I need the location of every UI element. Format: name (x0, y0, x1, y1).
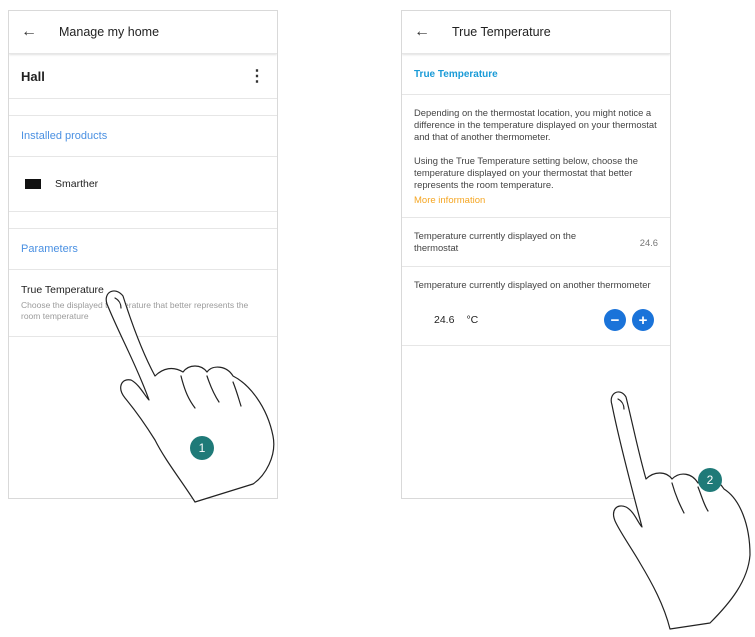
room-header: Hall ⋮ (9, 54, 277, 99)
kebab-menu-icon[interactable]: ⋮ (249, 66, 265, 86)
other-thermometer-block: Temperature currently displayed on anoth… (402, 267, 670, 346)
thermostat-device-icon (25, 179, 41, 189)
top-bar: ← True Temperature (402, 11, 670, 54)
pointing-hand-icon (610, 391, 751, 630)
decrease-button[interactable]: − (604, 309, 626, 331)
page-title: True Temperature (452, 25, 551, 39)
temperature-controls: 24.6 °C − + (414, 309, 658, 331)
other-temp-value: 24.6 (434, 314, 455, 326)
arrow-left-icon[interactable]: ← (414, 23, 438, 41)
top-bar: ← Manage my home (9, 11, 277, 54)
paragraph-1: Depending on the thermostat location, yo… (414, 107, 657, 142)
thermostat-temp-value: 24.6 (639, 236, 658, 248)
paragraph-2: Using the True Temperature setting below… (414, 155, 638, 190)
temperature-stepper: − + (604, 309, 654, 331)
thermostat-temp-label: Temperature currently displayed on the t… (414, 230, 577, 253)
explanation-text: Depending on the thermostat location, yo… (402, 95, 670, 217)
product-item-smarther[interactable]: Smarther (9, 157, 277, 212)
thermostat-temperature-row: Temperature currently displayed on the t… (402, 218, 670, 267)
page-title: Manage my home (59, 25, 160, 39)
pointing-hand-icon (105, 290, 275, 503)
arrow-left-icon[interactable]: ← (21, 23, 45, 41)
other-temp-label: Temperature currently displayed on anoth… (414, 279, 651, 290)
more-information-link[interactable]: More information (414, 195, 658, 217)
step-2-badge: 2 (698, 468, 722, 492)
section-header: True Temperature (402, 54, 670, 95)
parameters-heading: Parameters (9, 228, 277, 270)
product-name: Smarther (55, 178, 99, 190)
step-1-badge: 1 (190, 436, 214, 460)
increase-button[interactable]: + (632, 309, 654, 331)
temp-unit: °C (466, 314, 479, 326)
installed-products-heading: Installed products (9, 115, 277, 157)
room-name: Hall (21, 68, 45, 84)
